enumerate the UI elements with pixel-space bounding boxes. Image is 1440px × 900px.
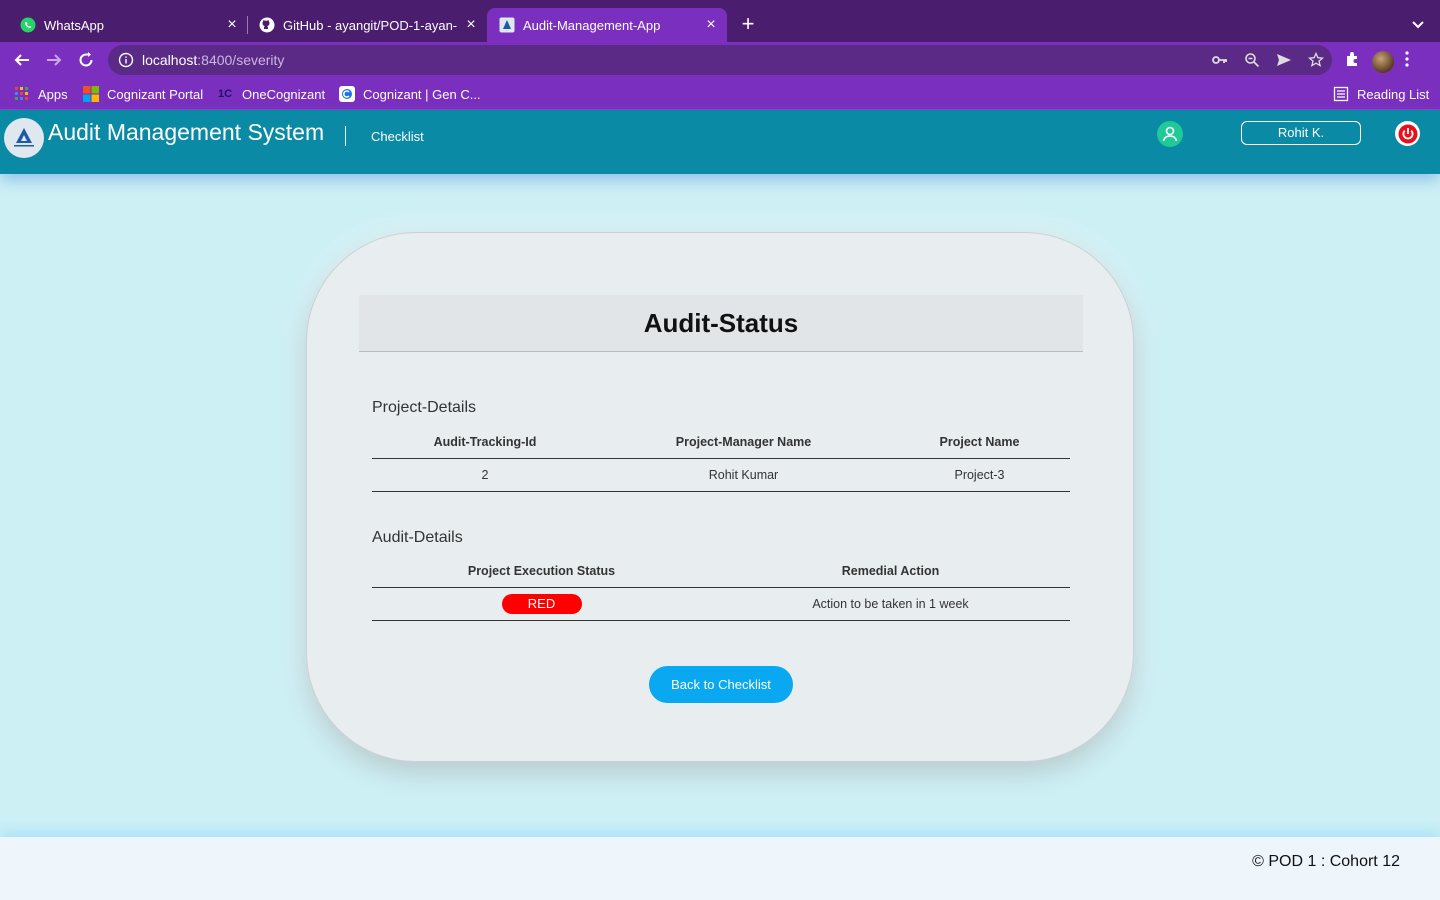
genc-icon [339,86,355,102]
table-cell: Project-3 [954,468,1005,482]
table-row: 2 Rohit Kumar Project-3 [372,459,1070,492]
whatsapp-icon [20,17,36,33]
table-cell: 2 [481,468,489,482]
tab-audit-app[interactable]: Audit-Management-App × [487,8,727,42]
column-header: Project-Manager Name [675,435,812,449]
address-bar[interactable]: localhost:8400/severity [108,45,1332,75]
bookmarks-bar: Apps Cognizant Portal 1C OneCognizant Co… [0,78,1440,110]
app-logo[interactable] [4,118,44,158]
column-header: Project Execution Status [467,564,616,578]
table-row: RED Action to be taken in 1 week [372,588,1070,621]
card-title: Audit-Status [643,307,799,338]
bookmark-genc[interactable]: Cognizant | Gen C... [339,85,481,103]
bookmark-label: OneCognizant [242,86,326,102]
url-path: :8400/severity [197,52,285,68]
table-cell: Rohit Kumar [708,468,779,482]
send-icon[interactable] [1274,51,1294,69]
reading-list-icon [1333,86,1349,102]
extensions-icon[interactable] [1344,50,1362,73]
bookmark-label: Apps [38,86,68,102]
chevron-down-icon[interactable] [1408,14,1428,34]
close-icon[interactable]: × [703,16,719,33]
url-host: localhost [142,52,198,68]
project-details-label: Project-Details [372,399,477,416]
tab-title: GitHub - ayangit/POD-1-ayan- [283,17,458,33]
table-header: Project Execution Status Remedial Action [372,555,1070,588]
tab-github[interactable]: GitHub - ayangit/POD-1-ayan- × [247,8,487,42]
app-favicon [499,17,515,33]
menu-dots-icon[interactable] [1404,50,1410,73]
close-icon[interactable]: × [463,16,479,33]
reload-icon[interactable] [76,50,96,70]
footer-text: © POD 1 : Cohort 12 [1252,853,1400,870]
onecognizant-icon: 1C [217,88,233,100]
browser-toolbar: localhost:8400/severity [0,42,1440,78]
bookmark-cognizant-portal[interactable]: Cognizant Portal [83,85,203,103]
status-badge: RED [501,594,582,614]
header-divider [345,126,346,146]
column-header: Remedial Action [841,564,940,578]
reading-list[interactable]: Reading List [1333,85,1429,103]
page-footer: © POD 1 : Cohort 12 [0,837,1440,900]
forward-arrow-icon[interactable] [44,50,64,70]
new-tab-icon[interactable]: + [738,13,758,35]
back-to-checklist-button[interactable]: Back to Checklist [649,666,793,703]
info-icon[interactable] [118,52,134,68]
app-title: Audit Management System [48,119,325,145]
profile-avatar[interactable] [1372,50,1394,73]
project-details-table: Audit-Tracking-Id Project-Manager Name P… [372,426,1070,492]
bookmark-label: Cognizant Portal [107,86,204,102]
key-icon[interactable] [1210,51,1230,69]
bookmark-apps[interactable]: Apps [14,85,68,103]
nav-checklist-link[interactable]: Checklist [371,129,424,144]
table-cell: Action to be taken in 1 week [812,597,969,611]
app-header: Audit Management System Checklist Rohit … [0,110,1440,174]
back-arrow-icon[interactable] [12,50,32,70]
reading-list-label: Reading List [1357,86,1430,102]
tab-title: Audit-Management-App [523,17,661,33]
column-header: Project Name [939,435,1020,449]
browser-tabstrip: WhatsApp × GitHub - ayangit/POD-1-ayan- … [0,0,1440,42]
user-icon[interactable] [1157,121,1183,147]
star-icon[interactable] [1306,51,1326,69]
column-header: Audit-Tracking-Id [433,435,537,449]
tab-whatsapp[interactable]: WhatsApp × [8,8,248,42]
github-icon [259,17,275,33]
apps-grid-icon [14,86,30,102]
close-icon[interactable]: × [224,16,240,33]
bookmark-onecognizant[interactable]: 1C OneCognizant [216,85,325,103]
microsoft-icon [83,86,99,102]
user-name-button[interactable]: Rohit K. [1241,121,1361,145]
table-header: Audit-Tracking-Id Project-Manager Name P… [372,426,1070,459]
audit-details-label: Audit-Details [372,529,463,546]
audit-status-card: Audit-Status Project-Details Audit-Track… [306,232,1134,762]
card-title-bar: Audit-Status [359,295,1083,352]
table-cell: RED [372,594,711,614]
zoom-icon[interactable] [1242,51,1262,69]
tab-title: WhatsApp [44,17,104,33]
bookmark-label: Cognizant | Gen C... [363,86,481,102]
audit-details-table: Project Execution Status Remedial Action… [372,555,1070,621]
power-icon[interactable] [1395,121,1420,146]
